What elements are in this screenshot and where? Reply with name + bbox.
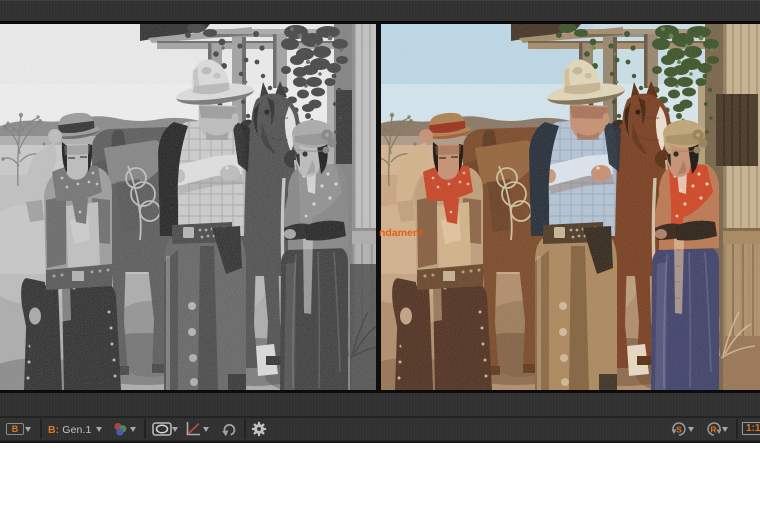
svg-text:R: R [710,425,716,435]
svg-text:S: S [676,425,682,435]
